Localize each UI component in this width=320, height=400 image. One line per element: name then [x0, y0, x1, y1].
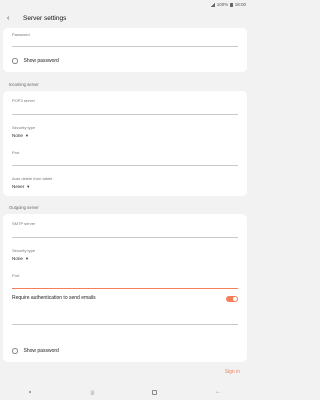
password-label: Password	[12, 32, 30, 37]
back-icon[interactable]: ←	[215, 389, 221, 395]
status-bar: 100% 18:00	[0, 0, 250, 9]
smtp-server-label: SMTP server	[12, 221, 36, 226]
outgoing-security-value: None	[12, 256, 23, 261]
toggle-knob	[233, 297, 237, 301]
battery-icon	[230, 2, 233, 7]
show-password-label: Show password	[23, 58, 59, 64]
signal-icon	[210, 2, 215, 7]
battery-percent: 100%	[216, 2, 229, 7]
outgoing-show-password-row[interactable]: Show password	[12, 348, 59, 354]
outgoing-show-password-label: Show password	[23, 348, 59, 354]
pop3-server-label: POP3 server	[12, 98, 35, 103]
pop3-server-field[interactable]	[12, 114, 238, 115]
auto-delete-value: Never	[12, 184, 25, 189]
auth-password-field[interactable]	[12, 324, 238, 325]
require-auth-toggle[interactable]	[226, 296, 238, 302]
navigation-bar: ||| ←	[0, 384, 250, 400]
home-icon[interactable]	[151, 389, 157, 395]
auto-delete-label: Auto delete from tablet	[12, 176, 53, 181]
outgoing-show-password-radio[interactable]	[12, 348, 18, 354]
outgoing-security-select[interactable]: None ▼	[12, 256, 29, 261]
incoming-port-label: Port	[12, 150, 20, 155]
dropdown-caret-icon: ▼	[26, 184, 31, 189]
dropdown-caret-icon: ▼	[24, 256, 29, 261]
outgoing-security-label: Security type	[12, 248, 36, 253]
back-arrow-icon[interactable]: ‹	[7, 15, 17, 22]
incoming-section-title: Incoming server	[9, 82, 39, 87]
password-field[interactable]	[12, 46, 238, 47]
incoming-port-field[interactable]	[12, 165, 238, 166]
outgoing-port-field[interactable]	[12, 288, 238, 289]
show-password-row[interactable]: Show password	[12, 58, 59, 64]
require-auth-row: Require authentication to send emails	[12, 295, 96, 301]
outgoing-card: SMTP server Security type None ▼ Port Re…	[3, 214, 247, 362]
recent-apps-icon[interactable]: |||	[89, 390, 94, 395]
incoming-security-select[interactable]: None ▼	[12, 133, 29, 138]
show-password-radio[interactable]	[12, 58, 18, 64]
incoming-security-value: None	[12, 133, 23, 138]
sign-in-button[interactable]: Sign in	[225, 369, 240, 375]
account-card: Password Show password	[3, 28, 247, 72]
page-title: Server settings	[23, 14, 67, 22]
incoming-security-label: Security type	[12, 125, 36, 130]
smtp-server-field[interactable]	[12, 237, 238, 238]
dot-icon[interactable]	[28, 390, 32, 394]
dropdown-caret-icon: ▼	[24, 133, 29, 138]
incoming-card: POP3 server Security type None ▼ Port Au…	[3, 91, 247, 196]
app-header: ‹ Server settings	[0, 10, 250, 26]
outgoing-port-label: Port	[12, 273, 20, 278]
require-auth-label: Require authentication to send emails	[12, 295, 96, 301]
clock: 18:00	[234, 2, 246, 7]
outgoing-section-title: Outgoing server	[9, 205, 39, 210]
auto-delete-select[interactable]: Never ▼	[12, 184, 30, 189]
